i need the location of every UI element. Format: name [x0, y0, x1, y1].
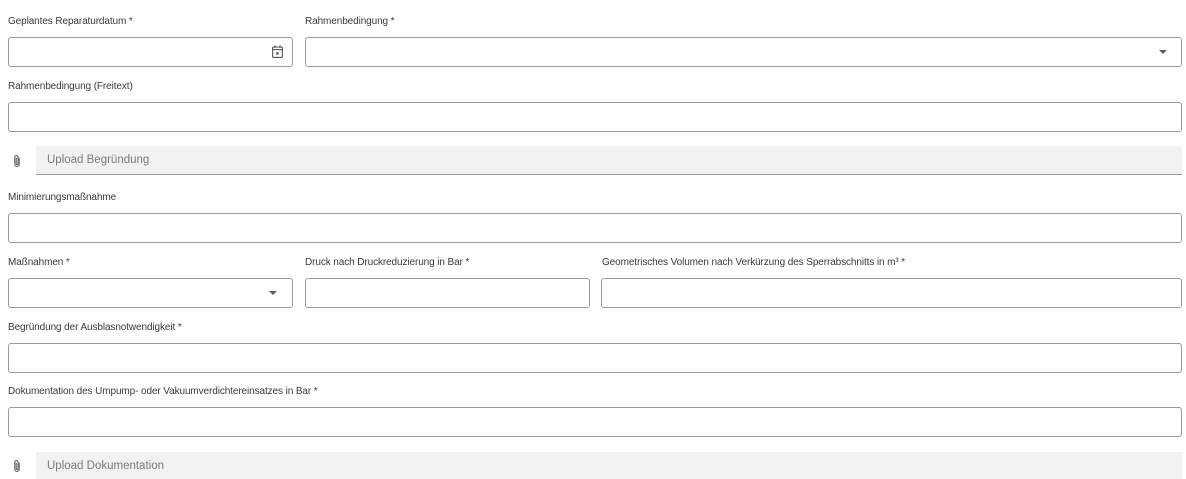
framework-select[interactable] — [305, 37, 1182, 67]
pump-doc-label: Dokumentation des Umpump- oder Vakuumver… — [8, 386, 318, 397]
chevron-down-icon[interactable] — [1159, 50, 1167, 54]
repair-date-label: Geplantes Reparaturdatum * — [8, 16, 133, 27]
blowout-reason-label: Begründung der Ausblasnotwendigkeit * — [8, 322, 182, 333]
blowout-reason-field[interactable] — [8, 343, 1182, 373]
pressure-label: Druck nach Druckreduzierung in Bar * — [305, 257, 470, 268]
volume-field[interactable] — [601, 278, 1182, 308]
minimization-label: Minimierungsmaßnahme — [8, 192, 117, 203]
framework-text-input[interactable] — [9, 103, 1181, 131]
repair-date-input[interactable] — [9, 38, 292, 66]
measures-select[interactable] — [8, 278, 293, 308]
minimization-field[interactable] — [8, 213, 1182, 243]
paperclip-icon[interactable] — [12, 459, 22, 473]
minimization-input[interactable] — [9, 214, 1181, 242]
blowout-reason-input[interactable] — [9, 344, 1181, 372]
upload-doc-label: Upload Dokumentation — [47, 459, 164, 472]
pump-doc-input[interactable] — [9, 408, 1181, 436]
repair-date-field[interactable] — [8, 37, 293, 67]
calendar-icon[interactable] — [272, 45, 283, 58]
upload-doc-button[interactable]: Upload Dokumentation — [36, 452, 1182, 479]
framework-label: Rahmenbedingung * — [305, 16, 395, 27]
upload-reason-button[interactable]: Upload Begründung — [36, 146, 1182, 175]
chevron-down-icon[interactable] — [269, 291, 277, 295]
measures-label: Maßnahmen * — [8, 257, 70, 268]
pressure-field[interactable] — [305, 278, 590, 308]
volume-label: Geometrisches Volumen nach Verkürzung de… — [602, 257, 906, 268]
pressure-input[interactable] — [306, 279, 589, 307]
upload-reason-label: Upload Begründung — [47, 154, 150, 166]
volume-input[interactable] — [602, 279, 1181, 307]
paperclip-icon[interactable] — [12, 154, 22, 168]
pump-doc-field[interactable] — [8, 407, 1182, 437]
framework-text-field[interactable] — [8, 102, 1182, 132]
framework-text-label: Rahmenbedingung (Freitext) — [8, 81, 133, 92]
